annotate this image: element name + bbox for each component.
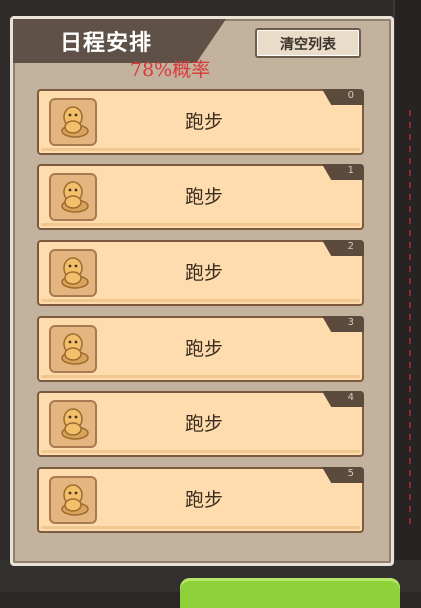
item-index-tab [322, 164, 364, 180]
item-index: 5 [347, 468, 354, 479]
item-label: 跑步 [184, 338, 223, 360]
schedule-item[interactable]: 跑步 5 [37, 467, 364, 533]
game-screen: 日程安排 78%概率 清空列表 跑步 0 跑步 1 跑步 2 跑步 3 跑步 4… [0, 0, 421, 608]
item-index: 1 [347, 165, 354, 176]
stitch-decoration [409, 110, 411, 530]
peanut-character-icon [49, 173, 97, 221]
item-label: 跑步 [184, 489, 223, 511]
item-label: 跑步 [184, 111, 223, 133]
peanut-character-icon [49, 476, 97, 524]
item-label: 跑步 [184, 413, 223, 435]
item-index: 2 [347, 241, 354, 252]
clear-list-button[interactable]: 清空列表 [255, 28, 361, 58]
item-index: 4 [347, 392, 354, 403]
schedule-item[interactable]: 跑步 0 [37, 89, 364, 155]
schedule-item[interactable]: 跑步 4 [37, 391, 364, 457]
schedule-item[interactable]: 跑步 3 [37, 316, 364, 382]
item-index-tab [322, 391, 364, 407]
peanut-character-icon [49, 400, 97, 448]
item-index: 3 [347, 317, 354, 328]
peanut-character-icon [49, 325, 97, 373]
peanut-character-icon [49, 249, 97, 297]
item-index-tab [322, 240, 364, 256]
schedule-item[interactable]: 跑步 2 [37, 240, 364, 306]
item-index-tab [322, 316, 364, 332]
item-index: 0 [347, 90, 354, 101]
confirm-button[interactable] [180, 578, 400, 608]
panel-title: 日程安排 [60, 31, 153, 56]
schedule-item[interactable]: 跑步 1 [37, 164, 364, 230]
probability-label: 78%概率 [130, 59, 211, 81]
item-index-tab [322, 89, 364, 105]
item-label: 跑步 [184, 262, 223, 284]
item-index-tab [322, 467, 364, 483]
peanut-character-icon [49, 98, 97, 146]
item-label: 跑步 [184, 186, 223, 208]
side-frame [393, 0, 421, 560]
